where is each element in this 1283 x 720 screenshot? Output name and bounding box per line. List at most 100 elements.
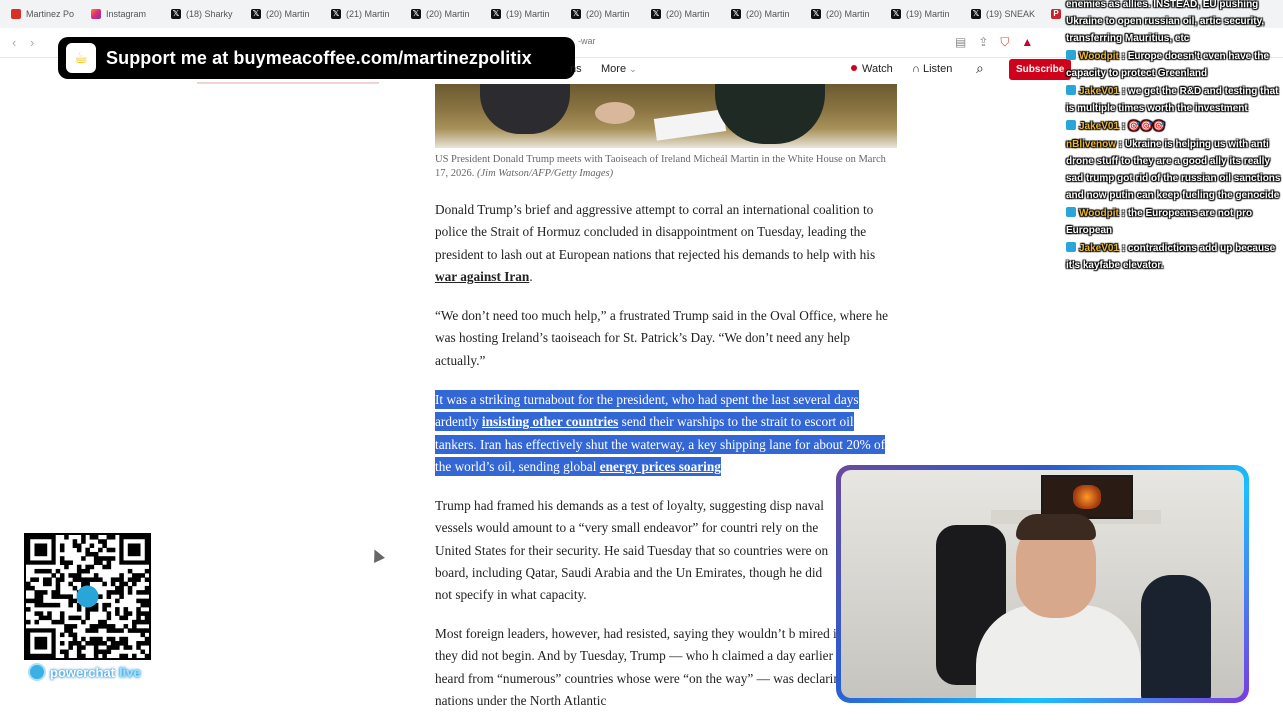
platform-badge-icon <box>1066 242 1076 252</box>
x-logo-icon: 𝕏 <box>891 9 901 19</box>
browser-tab-label: (20) Martin <box>746 9 790 19</box>
platform-badge-icon <box>1066 85 1076 95</box>
powerchat-logo: powerchat live <box>28 663 141 681</box>
article-paragraph-1: Donald Trump’s brief and aggressive atte… <box>435 199 897 288</box>
chat-message: JakeV01 : we get the R&D and testing tha… <box>1066 83 1283 117</box>
pinterest-icon: P <box>1051 9 1061 19</box>
caption-credit: (Jim Watson/AFP/Getty Images) <box>477 168 614 179</box>
webcam-overlay <box>836 465 1249 703</box>
header-accent-line <box>197 82 379 84</box>
x-logo-icon: 𝕏 <box>251 9 261 19</box>
x-logo-icon: 𝕏 <box>571 9 581 19</box>
browser-tab-label: (20) Martin <box>266 9 310 19</box>
headphones-icon: ∩ <box>912 63 920 75</box>
x-logo-icon: 𝕏 <box>811 9 821 19</box>
browser-tab-label: (20) Martin <box>666 9 710 19</box>
chat-message: Woodpit : Europe doesn't even have the c… <box>1066 48 1283 82</box>
microphone <box>1141 575 1211 698</box>
x-logo-icon: 𝕏 <box>411 9 421 19</box>
chat-message-partial: enemies as allies. INSTEAD, EU pushing U… <box>1066 0 1265 44</box>
qr-code <box>24 533 151 660</box>
browser-tab-label: (21) Martin <box>346 9 390 19</box>
browser-tab-label: (18) Sharky <box>186 9 233 19</box>
article-paragraph-4: Trump had framed his demands as a test o… <box>435 495 837 606</box>
powerchat-suffix: live <box>119 664 141 680</box>
chat-text: : 🎯🎯🎯 <box>1119 121 1166 132</box>
wall-art <box>1041 475 1133 519</box>
article-paragraph-3-selected[interactable]: It was a striking turnabout for the pres… <box>435 389 897 478</box>
nav-more-label: More <box>601 63 627 75</box>
browser-tab[interactable]: 𝕏 (20) Martin <box>246 0 326 28</box>
chat-username: JakeV01 <box>1079 243 1120 254</box>
chat-username: nBlivenow <box>1066 139 1117 150</box>
browser-tab-label: (19) SNEAK <box>986 9 1036 19</box>
chat-message: JakeV01 : 🎯🎯🎯 <box>1066 118 1283 135</box>
reader-icon[interactable]: ▤ <box>955 35 966 50</box>
chat-username: JakeV01 <box>1079 121 1120 132</box>
browser-tab[interactable]: 𝕏 (19) Martin <box>486 0 566 28</box>
watch-link[interactable]: Watch <box>851 63 893 75</box>
browser-tab[interactable]: Martinez Po <box>6 0 86 28</box>
browser-tab[interactable]: 𝕏 (20) Martin <box>806 0 886 28</box>
subscribe-button[interactable]: Subscribe <box>1009 59 1072 80</box>
paragraph-text: Most foreign leaders, however, had resis… <box>435 626 876 708</box>
share-icon[interactable]: ⇪ <box>978 35 988 50</box>
browser-tab[interactable]: 𝕏 (19) SNEAK <box>966 0 1046 28</box>
paragraph-text: Trump had framed his demands as a test o… <box>435 498 829 603</box>
energy-prices-soaring-link[interactable]: energy prices soaring <box>600 459 721 474</box>
listen-link[interactable]: ∩ Listen <box>912 63 952 75</box>
browser-tab-label: (20) Martin <box>586 9 630 19</box>
tab-favicon-icon <box>11 9 21 19</box>
platform-badge-icon <box>1066 120 1076 130</box>
watch-label: Watch <box>862 63 893 75</box>
stream-chat-overlay: enemies as allies. INSTEAD, EU pushing U… <box>1066 0 1283 275</box>
x-logo-icon: 𝕏 <box>491 9 501 19</box>
war-against-iran-link[interactable]: war against Iran <box>435 269 529 284</box>
chat-username: Woodpit <box>1079 51 1119 62</box>
selected-text: It was a striking turnabout for the pres… <box>435 390 886 476</box>
back-arrow-icon[interactable]: ‹ <box>12 35 16 50</box>
mouse-cursor-icon <box>369 547 385 563</box>
search-icon[interactable]: ⌕ <box>976 60 984 77</box>
browser-tab[interactable]: 𝕏 (20) Martin <box>646 0 726 28</box>
x-logo-icon: 𝕏 <box>651 9 661 19</box>
paragraph-text: “We don’t need too much help,” a frustra… <box>435 308 888 368</box>
forward-arrow-icon[interactable]: › <box>30 35 34 50</box>
url-text[interactable]: -war <box>578 36 596 46</box>
browser-tab[interactable]: 𝕏 (20) Martin <box>406 0 486 28</box>
article-paragraph-2: “We don’t need too much help,” a frustra… <box>435 305 897 372</box>
browser-tab-label: (20) Martin <box>826 9 870 19</box>
chat-message: Woodpit : the Europeans are not pro Euro… <box>1066 205 1283 239</box>
browser-tab-label: (19) Martin <box>906 9 950 19</box>
powerchat-label: powerchat <box>50 664 116 680</box>
browser-tab[interactable]: 𝕏 (21) Martin <box>326 0 406 28</box>
browser-tab[interactable]: 𝕏 (18) Sharky <box>166 0 246 28</box>
x-logo-icon: 𝕏 <box>731 9 741 19</box>
x-logo-icon: 𝕏 <box>331 9 341 19</box>
paragraph-text: Donald Trump’s brief and aggressive atte… <box>435 202 876 262</box>
chat-username: Woodpit <box>1079 208 1119 219</box>
paragraph-punctuation: . <box>529 268 533 284</box>
chat-message: JakeV01 : contradictions add up because … <box>1066 240 1283 274</box>
browser-tab-label: Martinez Po <box>26 9 75 19</box>
browser-tab[interactable]: 𝕏 (19) Martin <box>886 0 966 28</box>
insisting-other-countries-link[interactable]: insisting other countries <box>482 414 618 429</box>
address-bar-icons: ▤ ⇪ ⛉ ▲ <box>955 35 1033 50</box>
listen-label: Listen <box>922 63 953 75</box>
brave-shield-icon[interactable]: ⛉ <box>1000 35 1009 50</box>
nav-more-menu[interactable]: More ⌄ <box>601 63 637 75</box>
platform-badge-icon <box>1066 50 1076 60</box>
live-dot-icon <box>851 65 857 71</box>
rewards-icon[interactable]: ▲ <box>1021 35 1033 50</box>
instagram-icon <box>91 9 101 19</box>
browser-tab-label: (19) Martin <box>506 9 550 19</box>
chat-message: nBlivenow : Ukraine is helping us with a… <box>1066 136 1283 204</box>
browser-tab[interactable]: 𝕏 (20) Martin <box>566 0 646 28</box>
browser-tab[interactable]: Instagram <box>86 0 166 28</box>
platform-badge-icon <box>1066 207 1076 217</box>
x-logo-icon: 𝕏 <box>971 9 981 19</box>
browser-tab-label: (20) Martin <box>426 9 470 19</box>
browser-tab[interactable]: 𝕏 (20) Martin <box>726 0 806 28</box>
nav-item-partial[interactable]: ns <box>570 63 582 75</box>
chevron-down-icon: ⌄ <box>629 64 637 74</box>
